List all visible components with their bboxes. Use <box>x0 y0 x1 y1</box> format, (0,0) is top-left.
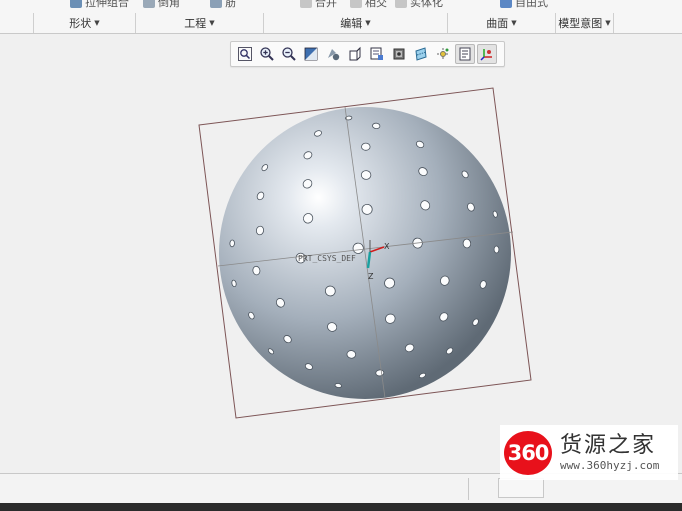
graphics-viewport[interactable]: PRT_CSYS_DEF X Z <box>0 35 682 473</box>
zoom-out-button[interactable] <box>279 44 299 64</box>
merge-icon <box>300 0 312 8</box>
csys-label: PRT_CSYS_DEF <box>298 254 356 263</box>
ribbon-group-surfaces[interactable]: 曲面 ▼ <box>448 13 556 33</box>
ribbon-group-edit-label: 编辑 <box>340 17 363 30</box>
repaint-button[interactable] <box>301 44 321 64</box>
spin-center-button[interactable] <box>433 44 453 64</box>
zoom-in-icon <box>260 47 274 61</box>
ribbon-group-shape[interactable]: 形状 ▼ <box>34 13 136 33</box>
intersect-icon <box>350 0 362 8</box>
ribbon-group-engineering-label: 工程 <box>184 17 207 30</box>
rib-icon <box>210 0 222 8</box>
os-taskbar <box>0 503 682 511</box>
watermark-logo: 360 <box>504 430 552 475</box>
ribbon-button-row: 拉伸组合 倒角 筋 合并 相交 实体化 自由式 <box>0 0 682 13</box>
ribbon-group-spacer <box>0 13 34 33</box>
csys-axis-x-label: X <box>384 242 390 251</box>
sphere-hole <box>361 203 373 215</box>
freestyle-icon <box>500 0 512 8</box>
chevron-down-icon: ▼ <box>209 19 215 27</box>
solidify-button-label: 实体化 <box>410 0 443 9</box>
sphere-hole <box>493 245 500 254</box>
ribbon-group-surfaces-label: 曲面 <box>486 17 509 30</box>
spin-center-icon <box>437 48 449 60</box>
watermark-text: 货源之家 www.360hyzj.com <box>560 433 659 473</box>
extrude-button-label: 拉伸组合 <box>85 0 129 9</box>
rib-button-label: 筋 <box>225 0 236 9</box>
display-style-icon <box>328 49 340 61</box>
solidify-icon <box>395 0 407 8</box>
solidify-button[interactable]: 实体化 <box>395 0 443 10</box>
saved-orientations-icon <box>349 46 361 61</box>
saved-orientations-button[interactable] <box>345 44 365 64</box>
watermark-url: www.360hyzj.com <box>560 458 660 472</box>
datum-display-button[interactable] <box>411 44 431 64</box>
display-style-button[interactable] <box>323 44 343 64</box>
sphere-hole <box>361 142 371 151</box>
graphics-toolbar <box>230 41 505 67</box>
ribbon: 拉伸组合 倒角 筋 合并 相交 实体化 自由式 形状 ▼ 工程 ▼ 编辑 ▼ 曲… <box>0 0 682 34</box>
ribbon-group-shape-label: 形状 <box>69 17 92 30</box>
chevron-down-icon: ▼ <box>511 19 517 27</box>
refit-button[interactable] <box>235 44 255 64</box>
freestyle-button[interactable]: 自由式 <box>500 0 548 10</box>
intersect-button-label: 相交 <box>365 0 387 9</box>
view-manager-button[interactable] <box>367 44 387 64</box>
csys-display-button[interactable] <box>477 44 497 64</box>
ribbon-group-engineering[interactable]: 工程 ▼ <box>136 13 264 33</box>
chevron-down-icon: ▼ <box>94 19 100 27</box>
chamfer-icon <box>143 0 155 8</box>
chevron-down-icon: ▼ <box>605 19 611 27</box>
rib-button[interactable]: 筋 <box>210 0 236 10</box>
perspective-button[interactable] <box>389 44 409 64</box>
model-view[interactable]: PRT_CSYS_DEF X Z <box>0 35 682 473</box>
datum-display-icon <box>415 47 427 61</box>
annotation-display-icon <box>459 47 471 61</box>
intersect-button[interactable]: 相交 <box>350 0 387 10</box>
sphere-hole <box>229 239 235 248</box>
sphere-hole <box>360 170 372 180</box>
merge-button-label: 合并 <box>315 0 337 9</box>
watermark-site-name: 货源之家 <box>560 432 657 458</box>
ribbon-group-model-intent-label: 模型意图 <box>558 17 603 30</box>
zoom-in-button[interactable] <box>257 44 277 64</box>
ribbon-group-model-intent[interactable]: 模型意图 ▼ <box>556 13 614 33</box>
extrude-button[interactable]: 拉伸组合 <box>70 0 129 10</box>
freestyle-button-label: 自由式 <box>515 0 548 9</box>
chamfer-button[interactable]: 倒角 <box>143 0 180 10</box>
merge-button[interactable]: 合并 <box>300 0 337 10</box>
sphere-hole <box>372 122 381 130</box>
selection-filter-box[interactable] <box>498 478 544 498</box>
ribbon-group-edit[interactable]: 编辑 ▼ <box>264 13 448 33</box>
status-separator <box>468 478 469 500</box>
extrude-icon <box>70 0 82 8</box>
repaint-icon <box>304 47 318 61</box>
refit-icon <box>238 47 252 61</box>
site-watermark: 360 货源之家 www.360hyzj.com <box>500 425 678 480</box>
csys-display-icon <box>480 49 492 61</box>
ribbon-groups: 形状 ▼ 工程 ▼ 编辑 ▼ 曲面 ▼ 模型意图 ▼ <box>0 13 682 33</box>
sphere-hole <box>462 238 472 249</box>
sphere-hole <box>375 369 385 377</box>
csys-axis-z-label: Z <box>368 272 374 281</box>
perspective-icon <box>393 48 405 60</box>
view-manager-icon <box>370 47 383 60</box>
zoom-out-icon <box>282 47 296 61</box>
annotation-display-button[interactable] <box>455 44 475 64</box>
chamfer-button-label: 倒角 <box>158 0 180 9</box>
chevron-down-icon: ▼ <box>365 19 371 27</box>
